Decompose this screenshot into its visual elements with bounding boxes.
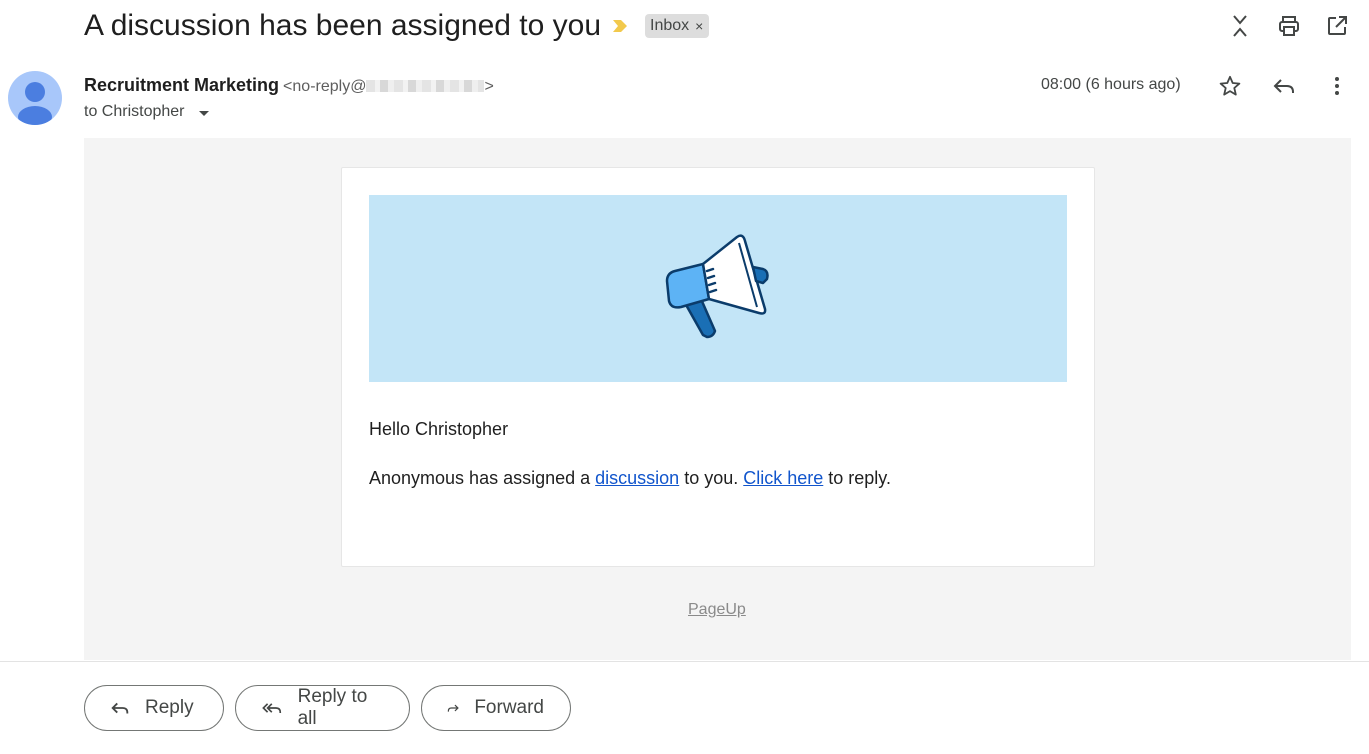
message-paragraph: Anonymous has assigned a discussion to y…: [369, 466, 891, 490]
reply-icon: [111, 702, 129, 714]
sender-email-prefix: <no-reply@: [283, 78, 367, 95]
collapse-all-icon[interactable]: [1227, 13, 1253, 39]
sender-line: Recruitment Marketing <no-reply@ >: [84, 72, 494, 100]
print-icon[interactable]: [1276, 13, 1302, 39]
sender-email: <no-reply@ >: [283, 78, 494, 95]
more-vert-icon[interactable]: [1324, 73, 1350, 99]
inbox-label-chip: Inbox ×: [645, 14, 710, 38]
recipient-text: to Christopher: [84, 103, 185, 120]
reply-all-button-label: Reply to all: [297, 686, 368, 729]
forward-button-label: Forward: [474, 697, 544, 718]
forward-icon: [447, 704, 459, 712]
sender-avatar[interactable]: [8, 71, 62, 125]
inbox-label-text: Inbox: [650, 17, 690, 34]
chevron-down-icon: [198, 110, 209, 116]
reply-icon[interactable]: [1271, 73, 1297, 99]
megaphone-icon: [665, 234, 769, 339]
sender-name[interactable]: Recruitment Marketing: [84, 75, 279, 95]
reply-all-button[interactable]: Reply to all: [235, 685, 410, 731]
message-text-2: to you.: [679, 468, 744, 488]
message-text-1: Anonymous has assigned a: [369, 468, 596, 488]
open-in-new-window-icon[interactable]: [1324, 13, 1350, 39]
email-content-card: Hello Christopher Anonymous has assigned…: [341, 167, 1095, 567]
pageup-footer-link[interactable]: PageUp: [688, 600, 746, 620]
star-icon[interactable]: [1217, 73, 1243, 99]
click-here-link[interactable]: Click here: [743, 468, 823, 488]
reply-button-label: Reply: [145, 697, 194, 718]
greeting-text: Hello Christopher: [369, 419, 509, 439]
reply-all-icon: [262, 703, 282, 714]
email-timestamp: 08:00 (6 hours ago): [1041, 76, 1181, 93]
remove-label-button[interactable]: ×: [695, 14, 703, 38]
forward-button[interactable]: Forward: [421, 685, 571, 731]
email-banner: [369, 195, 1067, 382]
reply-button[interactable]: Reply: [84, 685, 224, 731]
email-subject: A discussion has been assigned to you: [84, 9, 602, 42]
redacted-email-domain: [366, 79, 485, 92]
recipient-details-toggle[interactable]: to Christopher: [84, 101, 209, 123]
discussion-link[interactable]: discussion: [595, 468, 679, 488]
importance-marker-icon[interactable]: [611, 18, 629, 34]
divider: [0, 661, 1369, 662]
message-text-3: to reply.: [823, 468, 891, 488]
sender-email-suffix: >: [484, 78, 494, 95]
